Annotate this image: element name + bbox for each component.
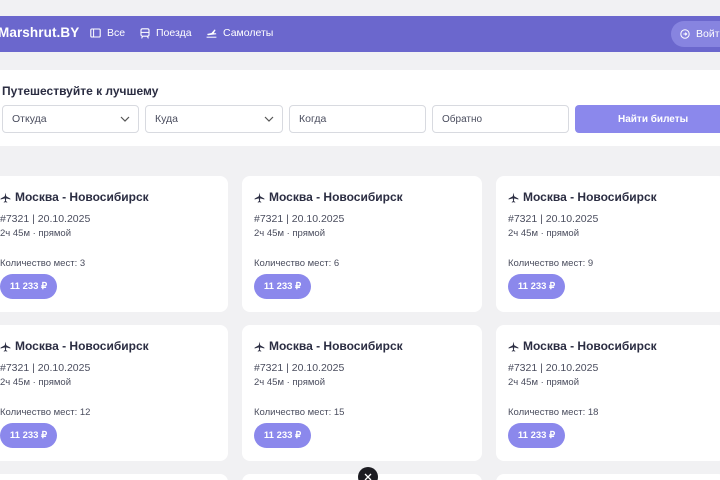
ticket-code: #7321 | 20.10.2025: [0, 213, 91, 225]
ticket-route-label: Москва - Новосибирск: [269, 339, 403, 353]
find-tickets-button[interactable]: Найти билеты: [575, 105, 720, 133]
nav-trains[interactable]: Поезда: [139, 27, 192, 39]
ticket-route-label: Москва - Новосибирск: [15, 339, 149, 353]
nav-planes[interactable]: Самолеты: [206, 27, 273, 39]
ticket-code: #7321 | 20.10.2025: [508, 213, 599, 225]
plane-icon: [508, 341, 519, 352]
ticket-card[interactable]: Москва - Новосибирск #7321 | 20.10.2025 …: [0, 176, 228, 312]
close-icon: [364, 468, 372, 480]
ticket-route: Москва - Новосибирск: [0, 339, 149, 353]
price-button[interactable]: 11 233 ₽: [508, 423, 565, 448]
plane-icon: [0, 192, 11, 203]
ticket-card[interactable]: Москва - Новосибирск #7321 | 20.10.2025 …: [242, 176, 482, 312]
ticket-card[interactable]: [496, 474, 720, 480]
ticket-seats: Количество мест: 3: [0, 258, 86, 269]
plane-icon: [254, 341, 265, 352]
top-navbar: Marshrut.BY Все Поезда Самолеты Войти: [0, 16, 720, 52]
when-placeholder: Когда: [299, 113, 327, 125]
ticket-seats: Количество мест: 9: [508, 258, 594, 269]
train-icon: [139, 27, 150, 39]
nav-all-label: Все: [107, 27, 126, 39]
ticket-card[interactable]: Москва - Новосибирск #7321 | 20.10.2025 …: [496, 176, 720, 312]
return-placeholder: Обратно: [442, 113, 483, 125]
ticket-code: #7321 | 20.10.2025: [508, 362, 599, 374]
login-button[interactable]: Войти: [671, 21, 720, 47]
nav-planes-label: Самолеты: [223, 27, 274, 39]
ticket-icon: [90, 28, 101, 39]
nav-trains-label: Поезда: [156, 27, 192, 39]
ticket-route: Москва - Новосибирск: [508, 190, 657, 204]
login-icon: [680, 29, 690, 39]
ticket-route: Москва - Новосибирск: [254, 339, 403, 353]
ticket-duration: 2ч 45м · прямой: [508, 377, 579, 388]
ticket-seats: Количество мест: 6: [254, 258, 340, 269]
ticket-code: #7321 | 20.10.2025: [254, 362, 345, 374]
from-select[interactable]: Откуда: [2, 105, 139, 133]
nav-all[interactable]: Все: [90, 27, 125, 39]
ticket-card[interactable]: [0, 474, 228, 480]
ticket-route-label: Москва - Новосибирск: [523, 190, 657, 204]
plane-icon: [206, 28, 217, 39]
ticket-seats: Количество мест: 12: [0, 407, 91, 418]
ticket-duration: 2ч 45м · прямой: [0, 377, 71, 388]
ticket-route: Москва - Новосибирск: [0, 190, 149, 204]
ticket-route-label: Москва - Новосибирск: [523, 339, 657, 353]
ticket-seats: Количество мест: 18: [508, 407, 599, 418]
search-title: Путешествуйте к лучшему: [2, 84, 159, 98]
price-button[interactable]: 11 233 ₽: [254, 423, 311, 448]
ticket-code: #7321 | 20.10.2025: [0, 362, 91, 374]
ticket-seats: Количество мест: 15: [254, 407, 345, 418]
to-select[interactable]: Куда: [145, 105, 283, 133]
ticket-route: Москва - Новосибирск: [508, 339, 657, 353]
from-select-value: Откуда: [12, 113, 47, 125]
brand-logo[interactable]: Marshrut.BY: [0, 25, 79, 40]
plane-icon: [0, 341, 11, 352]
chevron-down-icon: [119, 114, 131, 124]
when-date-input[interactable]: Когда: [289, 105, 426, 133]
ticket-code: #7321 | 20.10.2025: [254, 213, 345, 225]
plane-icon: [254, 192, 265, 203]
price-button[interactable]: 11 233 ₽: [0, 423, 57, 448]
ticket-card[interactable]: Москва - Новосибирск #7321 | 20.10.2025 …: [496, 325, 720, 461]
plane-icon: [508, 192, 519, 203]
ticket-card[interactable]: Москва - Новосибирск #7321 | 20.10.2025 …: [242, 325, 482, 461]
ticket-duration: 2ч 45м · прямой: [254, 228, 325, 239]
price-button[interactable]: 11 233 ₽: [254, 274, 311, 299]
ticket-duration: 2ч 45м · прямой: [0, 228, 71, 239]
to-select-value: Куда: [155, 113, 178, 125]
ticket-card[interactable]: Москва - Новосибирск #7321 | 20.10.2025 …: [0, 325, 228, 461]
price-button[interactable]: 11 233 ₽: [0, 274, 57, 299]
ticket-route-label: Москва - Новосибирск: [269, 190, 403, 204]
ticket-duration: 2ч 45м · прямой: [254, 377, 325, 388]
price-button[interactable]: 11 233 ₽: [508, 274, 565, 299]
login-label: Войти: [696, 28, 720, 40]
chevron-down-icon: [263, 114, 275, 124]
close-button[interactable]: [358, 467, 378, 480]
ticket-route-label: Москва - Новосибирск: [15, 190, 149, 204]
ticket-route: Москва - Новосибирск: [254, 190, 403, 204]
return-date-input[interactable]: Обратно: [432, 105, 569, 133]
ticket-duration: 2ч 45м · прямой: [508, 228, 579, 239]
